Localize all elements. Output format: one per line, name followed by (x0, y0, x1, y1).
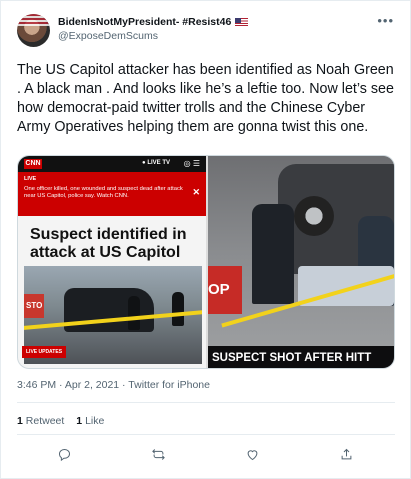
alert-text: One officer killed, one wounded and susp… (24, 186, 183, 199)
likes-stat[interactable]: 1 Like (76, 415, 104, 427)
divider (17, 402, 395, 403)
close-icon: ✕ (192, 187, 200, 197)
more-options-icon[interactable]: ••• (377, 13, 394, 28)
live-updates-badge: LIVE UPDATES (22, 346, 67, 358)
reply-icon[interactable] (53, 444, 75, 464)
breaking-alert: LIVE One officer killed, one wounded and… (18, 172, 206, 216)
officer-figure (128, 296, 140, 330)
live-tv-label: ● LIVE TV (142, 160, 170, 166)
retweets-count: 1 (17, 415, 23, 427)
divider (17, 434, 395, 435)
officer-figure (172, 292, 184, 326)
tweet-media[interactable]: CNN ● LIVE TV ◎ ☰ LIVE One officer kille… (17, 155, 395, 369)
media-image-cnn[interactable]: CNN ● LIVE TV ◎ ☰ LIVE One officer kille… (18, 156, 206, 368)
officer-figure (252, 204, 294, 304)
tweet-text: The US Capitol attacker has been identif… (17, 62, 394, 135)
author-display-name[interactable]: BidenIsNotMyPresident- #Resist46 (58, 16, 231, 28)
author-handle[interactable]: @ExposeDemScums (58, 30, 158, 42)
retweet-icon[interactable] (147, 444, 169, 464)
cnn-headline: Suspect identified in attack at US Capit… (30, 226, 187, 261)
tweet-card[interactable]: BidenIsNotMyPresident- #Resist46 @Expose… (0, 0, 411, 479)
stop-sign: OP (208, 266, 242, 314)
alert-live-label: LIVE (24, 176, 37, 182)
action-bar (17, 444, 395, 464)
tweet-timestamp[interactable]: 3:46 PM · Apr 2, 2021 · Twitter for iPho… (17, 379, 210, 391)
news-chyron: SUSPECT SHOT AFTER HITT (208, 346, 394, 368)
retweets-stat[interactable]: 1 Retweet (17, 415, 64, 427)
cnn-logo: CNN (24, 159, 42, 169)
car-shape (64, 288, 154, 332)
likes-count: 1 (76, 415, 83, 427)
engagement-stats: 1 Retweet 1 Like (17, 415, 104, 427)
cnn-menu-icon: ◎ ☰ (183, 159, 200, 168)
likes-label: Like (85, 415, 105, 427)
us-flag-icon (235, 18, 249, 26)
media-image-scene[interactable]: OP SUSPECT SHOT AFTER HITT (208, 156, 394, 368)
share-icon[interactable] (335, 444, 357, 464)
cnn-topbar: CNN ● LIVE TV ◎ ☰ (18, 156, 206, 172)
stop-sign: STO (24, 294, 44, 318)
retweets-label: Retweet (25, 415, 65, 427)
avatar-flag-overlay (17, 14, 50, 26)
wheel-shape (294, 196, 334, 236)
like-icon[interactable] (241, 444, 263, 464)
author-name-row: BidenIsNotMyPresident- #Resist46 (58, 16, 249, 28)
avatar[interactable] (17, 14, 50, 47)
